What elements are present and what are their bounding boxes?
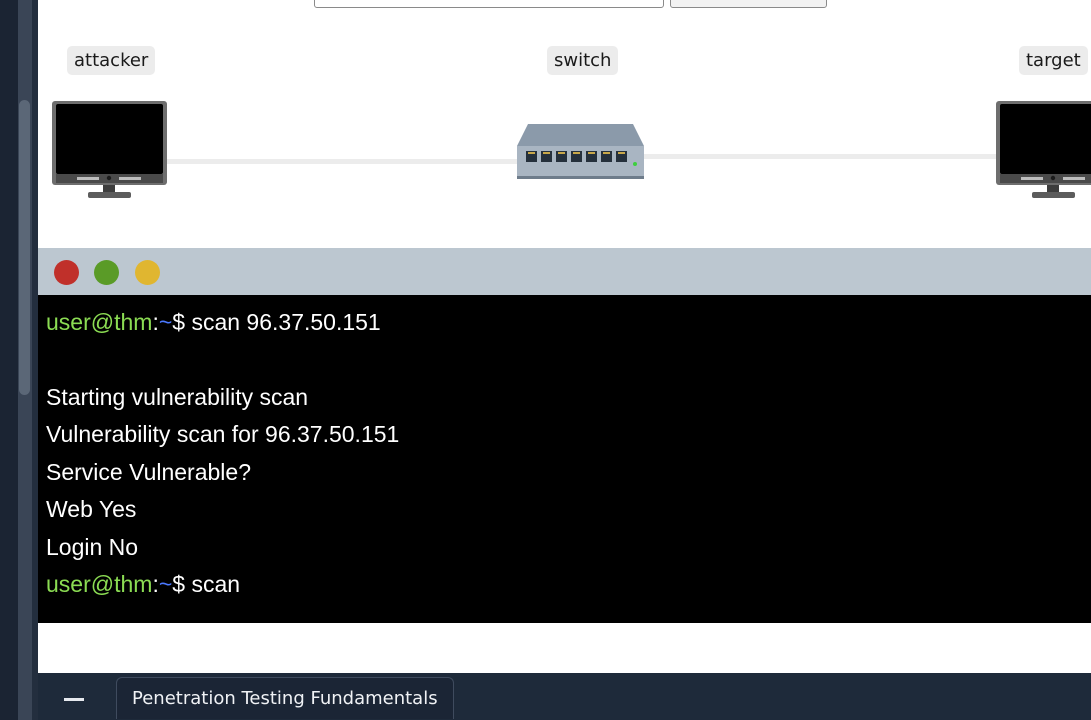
- terminal-body[interactable]: user@thm:~$ scan 96.37.50.151 Starting v…: [38, 295, 1091, 623]
- terminal-titlebar: [38, 248, 1091, 295]
- command-text: scan 96.37.50.151: [185, 309, 381, 335]
- terminal-output-line: Login No: [46, 534, 139, 560]
- simulation-panel: attacker switch target user@thm:~$ scan …: [38, 0, 1091, 673]
- command-text: scan: [185, 571, 241, 597]
- target-monitor-icon[interactable]: [995, 100, 1091, 206]
- switch-label: switch: [547, 46, 619, 75]
- minimize-icon[interactable]: [64, 698, 84, 701]
- terminal-output-line: Service Vulnerable?: [46, 459, 251, 485]
- terminal-output-line: Web Yes: [46, 496, 137, 522]
- left-scrollbar-thumb[interactable]: [19, 100, 30, 395]
- prompt-symbol: $: [172, 571, 186, 597]
- taskbar-tab[interactable]: Penetration Testing Fundamentals: [116, 677, 454, 719]
- link-switch-target: [644, 154, 996, 159]
- prompt-user: user@thm: [46, 571, 153, 597]
- taskbar: Penetration Testing Fundamentals: [38, 673, 1091, 720]
- link-attacker-switch: [166, 159, 521, 164]
- target-label: target: [1019, 46, 1088, 75]
- terminal-command-line: user@thm:~$ scan 96.37.50.151: [46, 307, 381, 337]
- submit-button[interactable]: [670, 0, 827, 8]
- minimize-window-icon[interactable]: [135, 260, 160, 285]
- prompt-path: ~: [158, 571, 173, 597]
- prompt-user: user@thm: [46, 309, 153, 335]
- left-rail: [0, 0, 18, 720]
- terminal-input-line[interactable]: user@thm:~$ scan: [46, 569, 240, 599]
- network-switch-icon[interactable]: [516, 122, 646, 184]
- terminal-output-line: Starting vulnerability scan: [46, 384, 309, 410]
- maximize-window-icon[interactable]: [94, 260, 119, 285]
- attacker-label: attacker: [67, 46, 156, 75]
- prompt-path: ~: [158, 309, 173, 335]
- prompt-symbol: $: [172, 309, 186, 335]
- terminal-output-line: Vulnerability scan for 96.37.50.151: [46, 421, 400, 447]
- attacker-monitor-icon[interactable]: [51, 100, 168, 206]
- close-window-icon[interactable]: [54, 260, 79, 285]
- target-ip-input[interactable]: [314, 0, 664, 8]
